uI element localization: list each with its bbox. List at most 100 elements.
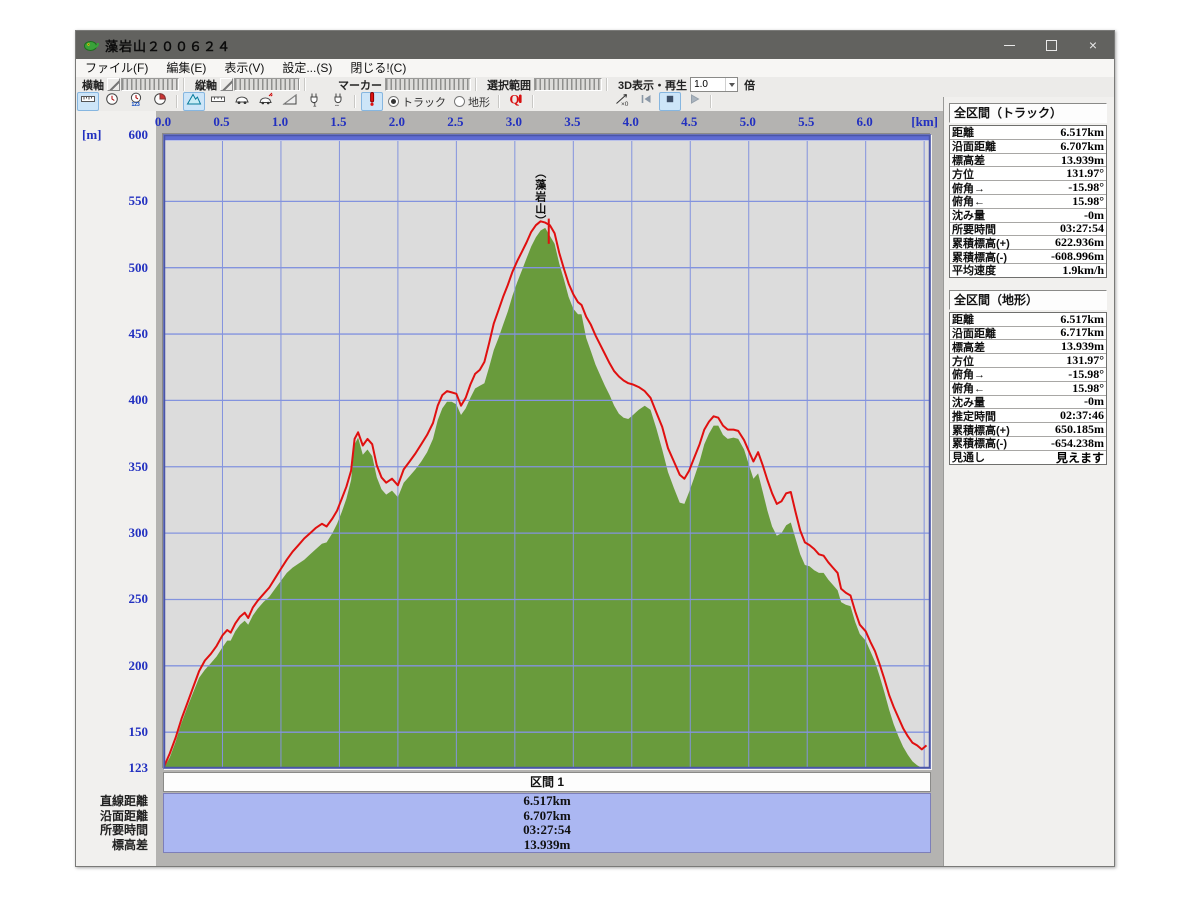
gps-car-button[interactable] bbox=[255, 92, 277, 111]
clock-number-button[interactable]: 123 bbox=[125, 92, 147, 111]
svg-text:Q: Q bbox=[510, 92, 520, 107]
play-icon bbox=[686, 91, 702, 112]
chart-zone: [km] 0.00.51.01.52.02.53.03.54.04.55.05.… bbox=[156, 111, 944, 866]
playback-speed-select[interactable]: 1.0 bbox=[690, 77, 738, 92]
stat-value: 6.707km bbox=[1060, 139, 1104, 154]
x-tick-label: 6.0 bbox=[857, 114, 873, 130]
plug-one-icon: 1 bbox=[306, 91, 322, 112]
minimize-icon bbox=[1004, 45, 1015, 46]
speed-car-button[interactable] bbox=[231, 92, 253, 111]
peak-annotation: （藻岩山） bbox=[533, 167, 546, 227]
y-tick-label: 150 bbox=[129, 724, 149, 740]
stats-table-track: 距離6.517km沿面距離6.707km標高差13.939m方位131.97°俯… bbox=[949, 125, 1107, 278]
x-tick-label: 3.5 bbox=[564, 114, 580, 130]
skip-back-icon bbox=[638, 91, 654, 112]
x-tick-label: 5.0 bbox=[740, 114, 756, 130]
stat-value: 03:27:54 bbox=[1060, 221, 1104, 236]
y-tick-label: 600 bbox=[129, 127, 149, 143]
photo-marker-icon: Q bbox=[508, 91, 524, 112]
radio-label: 地形 bbox=[468, 94, 490, 110]
elevation-mountain-icon bbox=[186, 91, 202, 112]
stats-table-terrain: 距離6.517km沿面距離6.717km標高差13.939m方位131.97°俯… bbox=[949, 312, 1107, 465]
stat-value: 650.185m bbox=[1055, 422, 1104, 437]
section-value: 03:27:54 bbox=[164, 823, 930, 838]
app-icon bbox=[83, 37, 99, 53]
stop-button[interactable] bbox=[659, 92, 681, 111]
stat-value: 02:37:46 bbox=[1060, 408, 1104, 423]
maximize-button[interactable] bbox=[1030, 31, 1072, 59]
stat-value: 1.9km/h bbox=[1062, 263, 1104, 278]
stat-value: -608.996m bbox=[1051, 249, 1104, 264]
scale-slider[interactable] bbox=[121, 78, 179, 91]
stat-value: 131.97° bbox=[1066, 353, 1104, 368]
y-tick-label: 350 bbox=[129, 459, 149, 475]
section-header: 区間 1 bbox=[163, 772, 931, 792]
play-button[interactable] bbox=[683, 92, 705, 111]
toolbar-scale-row: 横軸縦軸マーカー選択範囲3D表示・再生1.0倍 bbox=[76, 77, 1114, 93]
slope-icon bbox=[282, 91, 298, 112]
plug-one-button[interactable]: 1 bbox=[303, 92, 325, 111]
stat-label: 平均速度 bbox=[952, 262, 996, 278]
elevation-mountain-button[interactable] bbox=[183, 92, 205, 111]
radio-button-icon bbox=[454, 96, 465, 107]
clock-icon bbox=[104, 91, 120, 112]
menu-item[interactable]: 設定...(S) bbox=[273, 59, 341, 77]
x-tick-label: 0.5 bbox=[213, 114, 229, 130]
marker-pin-button[interactable] bbox=[361, 92, 383, 111]
distance-axis-button[interactable] bbox=[77, 92, 99, 111]
clock-number-icon: 123 bbox=[128, 91, 144, 112]
section-value: 13.939m bbox=[164, 838, 930, 853]
stat-value: 622.936m bbox=[1055, 235, 1104, 250]
slope-button[interactable] bbox=[279, 92, 301, 111]
skip-back-button[interactable] bbox=[635, 92, 657, 111]
stat-value: 131.97° bbox=[1066, 166, 1104, 181]
axis-scale-reset-button[interactable] bbox=[107, 78, 120, 91]
close-icon: × bbox=[1089, 37, 1097, 53]
y-tick-label: 123 bbox=[129, 760, 149, 776]
radio-トラック[interactable]: トラック bbox=[388, 94, 446, 110]
radio-地形[interactable]: 地形 bbox=[454, 94, 490, 110]
stat-row: 見通し見えます bbox=[950, 451, 1106, 464]
menu-item[interactable]: ファイル(F) bbox=[76, 59, 157, 77]
menu-item[interactable]: 編集(E) bbox=[157, 59, 215, 77]
photo-marker-button[interactable]: Q bbox=[505, 92, 527, 111]
section-value: 6.707km bbox=[164, 809, 930, 824]
gps-car-icon bbox=[258, 91, 274, 112]
stat-value: -15.98° bbox=[1068, 180, 1104, 195]
plug-dots-button[interactable]: .. bbox=[327, 92, 349, 111]
menu-item[interactable]: 閉じる!(C) bbox=[341, 59, 415, 77]
y-tick-label: 300 bbox=[129, 525, 149, 541]
svg-text:..: .. bbox=[335, 101, 339, 107]
title-bar: 藻岩山２００６２４ × bbox=[76, 31, 1114, 59]
stat-value: 6.517km bbox=[1060, 125, 1104, 140]
marker-pin-icon bbox=[364, 91, 380, 112]
panel-title-terrain: 全区間（地形） bbox=[949, 290, 1107, 310]
ruler-button[interactable] bbox=[207, 92, 229, 111]
svg-text:×0: ×0 bbox=[621, 101, 629, 107]
profile-chart-svg bbox=[164, 135, 930, 768]
menu-bar: ファイル(F)編集(E)表示(V)設定...(S)閉じる!(C) bbox=[76, 59, 1114, 78]
scale-slider[interactable] bbox=[385, 78, 471, 91]
elevation-profile-plot[interactable] bbox=[163, 134, 931, 769]
x-tick-label: 2.0 bbox=[389, 114, 405, 130]
menu-item[interactable]: 表示(V) bbox=[215, 59, 273, 77]
gradient-zero-button[interactable]: ×0 bbox=[611, 92, 633, 111]
svg-text:1: 1 bbox=[313, 103, 317, 108]
y-tick-label: 550 bbox=[129, 193, 149, 209]
x-tick-label: 1.5 bbox=[330, 114, 346, 130]
scale-slider[interactable] bbox=[534, 78, 602, 91]
svg-text:123: 123 bbox=[132, 102, 141, 107]
gradient-zero-icon: ×0 bbox=[614, 91, 630, 112]
clock-elapsed-button[interactable] bbox=[149, 92, 171, 111]
scale-slider[interactable] bbox=[234, 78, 300, 91]
close-button[interactable]: × bbox=[1072, 31, 1114, 59]
x-tick-label: 4.5 bbox=[681, 114, 697, 130]
axis-scale-reset-button[interactable] bbox=[220, 78, 233, 91]
content-area: [m] 直線距離沿面距離所要時間標高差 60055050045040035030… bbox=[76, 111, 1114, 866]
stat-value: 見えます bbox=[1056, 449, 1104, 466]
ruler-icon bbox=[210, 91, 226, 112]
minimize-button[interactable] bbox=[988, 31, 1030, 59]
clock-button[interactable] bbox=[101, 92, 123, 111]
radio-label: トラック bbox=[402, 94, 446, 110]
playback-speed-unit: 倍 bbox=[744, 77, 755, 93]
